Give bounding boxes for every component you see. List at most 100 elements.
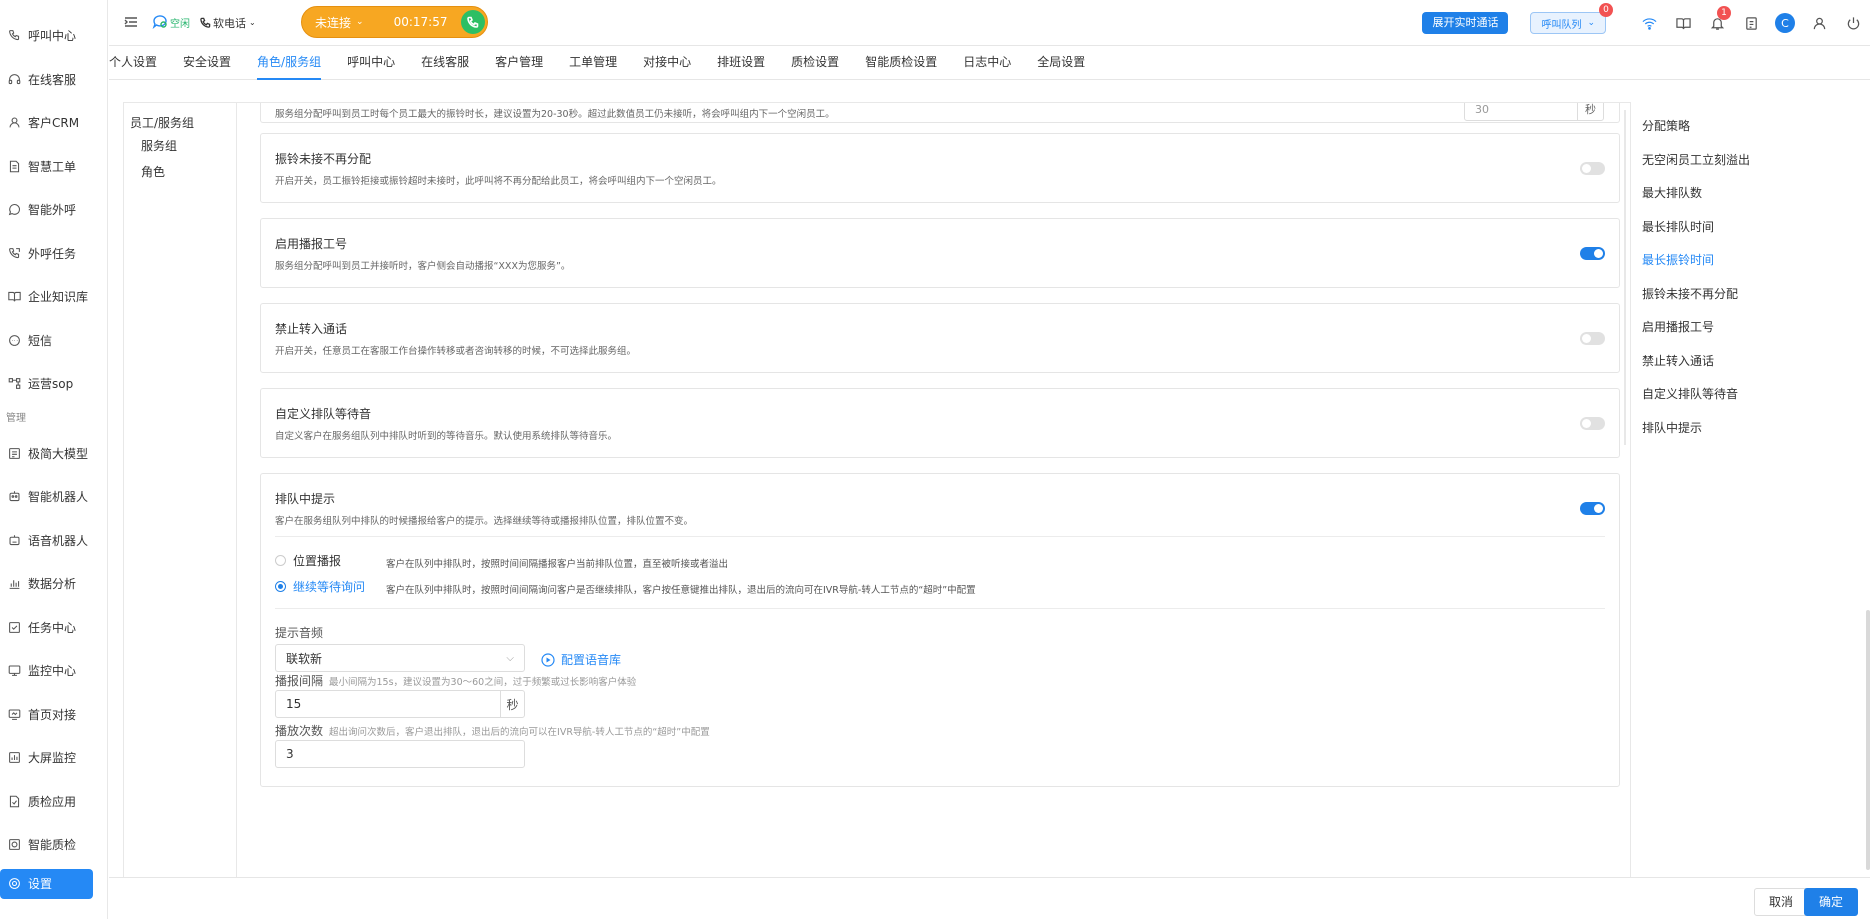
sidebar-item-label: 智能外呼 [28, 203, 77, 218]
page-scrollbar[interactable] [1866, 610, 1870, 870]
sidebar-item-label: 语音机器人 [28, 533, 89, 548]
tab-5[interactable]: 客户管理 [482, 45, 556, 79]
sidebar-item-robot[interactable]: 智能机器人 [0, 475, 107, 519]
tab-7[interactable]: 对接中心 [630, 45, 704, 79]
sidebar-item-document[interactable]: 智慧工单 [0, 145, 107, 189]
sidebar-item-whatsapp[interactable]: 智能外呼 [0, 188, 107, 232]
radio-continue-label: 继续等待询问 [293, 580, 366, 594]
sidebar-item-user[interactable]: 客户CRM [0, 101, 107, 145]
ring-timeout-value: 30 [1475, 103, 1489, 116]
sidebar-item-label: 设置 [28, 877, 53, 891]
audio-select[interactable]: 联软新 ⌵ [275, 644, 525, 672]
tab-12[interactable]: 全局设置 [1024, 45, 1098, 79]
settings-panel[interactable]: 服务组分配呼叫到员工时每个员工最大的振铃时长，建议设置为20-30秒。超过此数值… [260, 103, 1632, 878]
broadcast-id-desc: 服务组分配呼叫到员工并接听时，客户侧会自动播报“XXX为您服务”。 [275, 261, 571, 272]
chart-icon [6, 576, 22, 592]
settings-icon [6, 876, 22, 892]
anchor-item-9[interactable]: 排队中提示 [1642, 412, 1824, 446]
sidebar-item-screen[interactable]: 大屏监控 [0, 736, 107, 780]
custom-wait-toggle[interactable] [1580, 417, 1605, 430]
radio-circle [275, 555, 286, 566]
radio-continue-desc: 客户在队列中排队时，按照时间间隔询问客户是否继续排队，客户按任意键推出排队，退出… [386, 585, 976, 596]
tab-2[interactable]: 角色/服务组 [244, 45, 334, 80]
sidebar-item-sms[interactable]: 短信 [0, 319, 107, 363]
no-transfer-toggle[interactable] [1580, 332, 1605, 345]
clipboard-icon[interactable] [1734, 0, 1768, 46]
ring-timeout-input[interactable]: 30 秒 [1464, 103, 1604, 121]
anchor-item-8[interactable]: 自定义排队等待音 [1642, 378, 1824, 412]
tab-6[interactable]: 工单管理 [556, 45, 630, 79]
sidebar-item-flow[interactable]: 运营sop [0, 362, 107, 406]
sidebar-item-phone-forward[interactable]: 外呼任务 [0, 232, 107, 276]
anchor-item-6[interactable]: 启用播报工号 [1642, 311, 1824, 345]
tab-9[interactable]: 质检设置 [778, 45, 852, 79]
anchor-item-7[interactable]: 禁止转入通话 [1642, 345, 1824, 379]
sidebar-item-task[interactable]: 任务中心 [0, 606, 107, 650]
menu-toggle-icon[interactable] [124, 15, 140, 31]
sidebar-item-home-link[interactable]: 首页对接 [0, 693, 107, 737]
tab-3[interactable]: 呼叫中心 [334, 45, 408, 79]
bell-icon[interactable]: 1 [1700, 0, 1734, 46]
sidebar-item-model[interactable]: 极简大模型 [0, 432, 107, 476]
wifi-icon[interactable] [1632, 0, 1666, 46]
sidebar-item-smart-inspect[interactable]: 智能质检 [0, 823, 107, 867]
cancel-button[interactable]: 取消 [1753, 888, 1808, 916]
book-open-icon[interactable] [1666, 0, 1700, 46]
call-status-select[interactable]: 未连接 ⌄ [315, 14, 364, 31]
user-icon[interactable] [1802, 0, 1836, 46]
interval-value: 15 [286, 697, 302, 711]
call-queue-select[interactable]: 呼叫队列 ⌄ 0 [1530, 3, 1613, 34]
chevron-down-icon: ⌄ [356, 17, 364, 27]
interval-input[interactable]: 15 秒 [275, 690, 525, 718]
tab-8[interactable]: 排班设置 [704, 45, 778, 79]
tree-item-service-group[interactable]: 服务组 [124, 133, 236, 159]
answer-call-button[interactable] [461, 10, 485, 34]
interval-label: 播报间隔 最小间隔为15s，建议设置为30～60之间，过于频繁或过长影响客户体验 [275, 672, 636, 689]
broadcast-id-toggle[interactable] [1580, 247, 1605, 260]
radio-position-broadcast[interactable]: 位置播报 [275, 552, 341, 569]
home-link-icon [6, 706, 22, 722]
anchor-item-0[interactable]: 分配策略 [1642, 110, 1824, 144]
confirm-button[interactable]: 确定 [1803, 888, 1858, 916]
count-input[interactable]: 3 [275, 740, 525, 768]
tab-1[interactable]: 安全设置 [170, 45, 244, 79]
config-voice-library-link[interactable]: 配置语音库 [541, 651, 621, 668]
sidebar-item-label: 数据分析 [28, 577, 77, 592]
sidebar-item-label: 企业知识库 [28, 290, 89, 305]
robot-icon [6, 489, 22, 505]
tab-0[interactable]: 个人设置 [109, 45, 170, 79]
anchor-item-5[interactable]: 振铃未接不再分配 [1642, 278, 1824, 312]
avatar-letter: C [1775, 13, 1795, 33]
sidebar-item-headset[interactable]: 在线客服 [0, 58, 107, 102]
anchor-item-2[interactable]: 最大排队数 [1642, 177, 1824, 211]
tree-root-staff-group[interactable]: 员工/服务组 [124, 113, 236, 133]
sidebar-item-label: 质检应用 [28, 794, 77, 809]
no-transfer-title: 禁止转入通话 [275, 322, 348, 336]
tree-item-role[interactable]: 角色 [124, 159, 236, 185]
anchor-item-4[interactable]: 最长振铃时间 [1642, 244, 1824, 278]
count-value: 3 [286, 747, 294, 761]
anchor-item-3[interactable]: 最长排队时间 [1642, 211, 1824, 245]
queue-prompt-toggle[interactable] [1580, 502, 1605, 515]
sms-icon [6, 332, 22, 348]
sidebar-item-label: 短信 [28, 333, 53, 348]
sidebar-item-monitor[interactable]: 监控中心 [0, 649, 107, 693]
anchor-item-1[interactable]: 无空闲员工立刻溢出 [1642, 144, 1824, 178]
flow-icon [6, 376, 22, 392]
sidebar-item-phone[interactable]: 呼叫中心 [0, 14, 107, 58]
sidebar-item-settings[interactable]: 设置 [0, 868, 93, 899]
radio-continue-ask[interactable]: 继续等待询问 [275, 578, 365, 595]
sidebar-item-inspect[interactable]: 质检应用 [0, 780, 107, 824]
sidebar-item-chart[interactable]: 数据分析 [0, 562, 107, 606]
expand-realtime-call-button[interactable]: 展开实时通话 [1422, 12, 1509, 34]
agent-status[interactable]: 空闲 [152, 13, 190, 32]
phone-mode-select[interactable]: 软电话 ⌄ [200, 15, 256, 31]
sidebar-item-voice-robot[interactable]: 语音机器人 [0, 519, 107, 563]
tab-10[interactable]: 智能质检设置 [852, 45, 950, 79]
power-icon[interactable] [1836, 0, 1870, 46]
user-avatar[interactable]: C [1768, 0, 1802, 46]
sidebar-item-book[interactable]: 企业知识库 [0, 275, 107, 319]
no-reassign-toggle[interactable] [1580, 162, 1605, 175]
tab-11[interactable]: 日志中心 [950, 45, 1024, 79]
tab-4[interactable]: 在线客服 [408, 45, 482, 79]
